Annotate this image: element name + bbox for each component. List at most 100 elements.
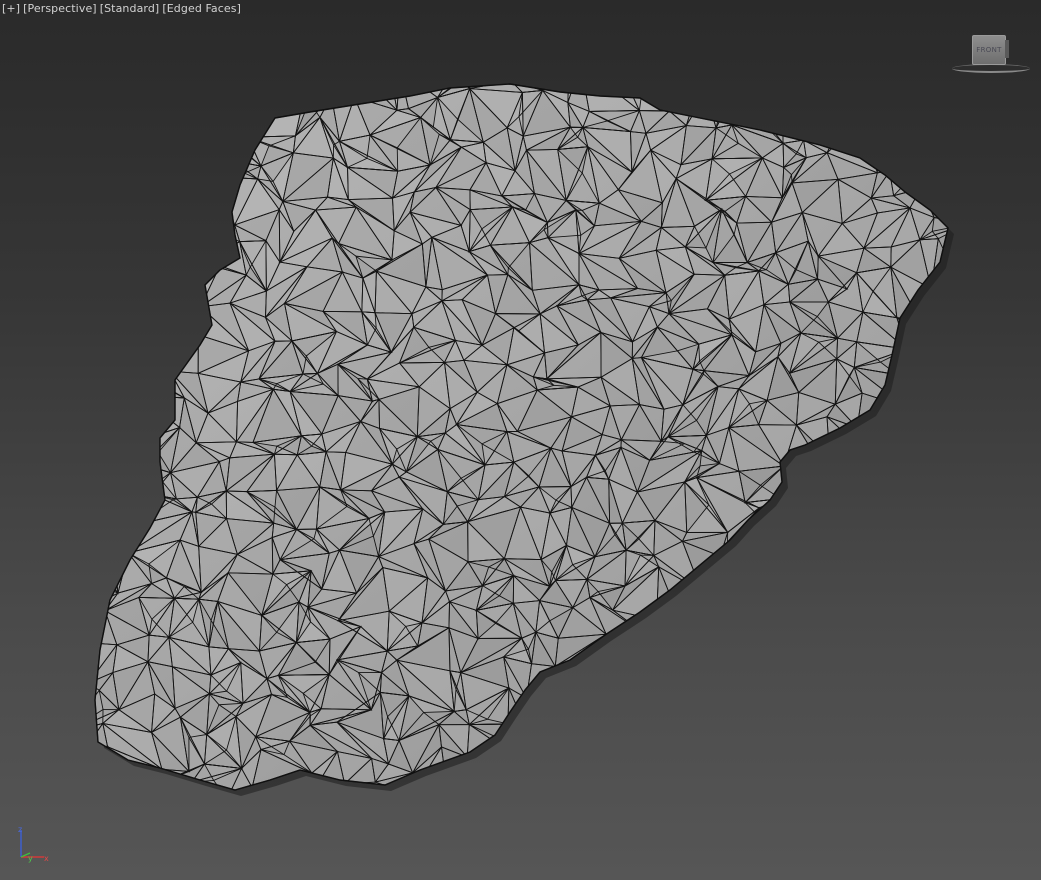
mesh-edge bbox=[725, 579, 754, 616]
viewcube-front-face[interactable]: FRONT bbox=[972, 35, 1006, 65]
mesh-face bbox=[95, 746, 111, 790]
mesh-face bbox=[932, 745, 948, 759]
rock-mesh[interactable] bbox=[0, 0, 1041, 880]
mesh-face bbox=[746, 609, 769, 634]
mesh-face bbox=[649, 747, 682, 790]
mesh-edge bbox=[759, 559, 806, 590]
mesh-face bbox=[213, 139, 234, 162]
mesh-face bbox=[906, 556, 948, 592]
mesh-face bbox=[652, 650, 680, 682]
mesh-face bbox=[866, 539, 905, 590]
mesh-face bbox=[879, 92, 896, 132]
mesh-face bbox=[206, 224, 235, 262]
mesh-face bbox=[112, 427, 142, 448]
mesh-face bbox=[848, 453, 890, 487]
mesh-face bbox=[852, 698, 861, 738]
mesh-edge bbox=[121, 92, 162, 116]
mesh-edge bbox=[866, 538, 906, 591]
mesh-face bbox=[875, 563, 905, 590]
mesh-face bbox=[897, 349, 924, 375]
viewcube-compass-ring[interactable] bbox=[952, 64, 1030, 73]
mesh-edge bbox=[181, 177, 221, 229]
mesh-face bbox=[159, 98, 189, 114]
mesh-edge bbox=[831, 453, 868, 494]
perspective-viewport[interactable]: [+] [Perspective] [Standard] [Edged Faces] … bbox=[0, 0, 1041, 880]
mesh-edge bbox=[583, 719, 634, 752]
viewport-general-menu[interactable]: [+] bbox=[2, 2, 20, 15]
mesh-edge bbox=[127, 506, 138, 554]
viewport-display-menu[interactable]: [Edged Faces] bbox=[162, 2, 241, 15]
mesh-edge bbox=[839, 521, 867, 556]
mesh-face bbox=[855, 737, 903, 752]
mesh-edge bbox=[927, 641, 948, 679]
mesh-edge bbox=[927, 671, 948, 686]
mesh-face bbox=[95, 723, 108, 758]
mesh-face bbox=[918, 99, 946, 112]
mesh-face bbox=[901, 697, 922, 740]
mesh-edge bbox=[660, 667, 681, 694]
mesh-edge bbox=[268, 84, 305, 94]
mesh-face bbox=[796, 662, 853, 714]
mesh-edge bbox=[95, 363, 99, 408]
mesh-face bbox=[901, 739, 933, 759]
mesh-face bbox=[96, 447, 153, 495]
mesh-edge bbox=[95, 484, 98, 516]
mesh-edge bbox=[792, 545, 842, 568]
mesh-edge bbox=[556, 741, 592, 769]
mesh-edge bbox=[903, 580, 932, 601]
mesh-face bbox=[792, 509, 841, 556]
mesh-edge bbox=[889, 84, 919, 113]
mesh-face bbox=[121, 211, 149, 251]
mesh-edge bbox=[715, 762, 756, 772]
mesh-edge bbox=[795, 604, 838, 649]
viewcube-icon[interactable]: FRONT bbox=[950, 30, 1032, 74]
mesh-edge bbox=[652, 610, 678, 651]
axis-x-label: x bbox=[44, 854, 49, 863]
mesh-face bbox=[782, 92, 816, 141]
mesh-edge bbox=[628, 745, 656, 790]
mesh-edge bbox=[911, 748, 948, 790]
mesh-edge bbox=[759, 509, 811, 560]
mesh-face bbox=[840, 539, 876, 589]
mesh-face bbox=[855, 697, 902, 738]
viewport-shading-menu[interactable]: [Standard] bbox=[100, 2, 160, 15]
mesh-face bbox=[95, 250, 122, 284]
mesh-edge bbox=[95, 572, 119, 594]
mesh-face bbox=[114, 506, 129, 560]
mesh-edge bbox=[550, 685, 585, 744]
mesh-edge bbox=[917, 580, 948, 601]
mesh-face bbox=[95, 447, 117, 486]
mesh-face bbox=[890, 61, 917, 81]
mesh-face bbox=[95, 239, 122, 276]
mesh-face bbox=[930, 599, 948, 638]
viewport-view-menu[interactable]: [Perspective] bbox=[23, 2, 97, 15]
mesh-face bbox=[933, 637, 948, 673]
mesh-edge bbox=[727, 614, 754, 651]
mesh-face bbox=[95, 405, 110, 421]
mesh-edge bbox=[131, 103, 190, 144]
mesh-edge bbox=[632, 719, 651, 760]
mesh-face bbox=[866, 523, 895, 559]
mesh-edge bbox=[866, 538, 905, 591]
mesh-face bbox=[95, 746, 108, 790]
viewcube-side-face[interactable] bbox=[1005, 40, 1009, 58]
mesh-edge bbox=[810, 84, 845, 101]
mesh-face bbox=[866, 539, 905, 590]
mesh-face bbox=[642, 619, 657, 651]
mesh-face bbox=[904, 567, 919, 590]
mesh-face bbox=[571, 686, 597, 712]
mesh-edge bbox=[746, 624, 781, 634]
mesh-face bbox=[841, 486, 867, 524]
mesh-face bbox=[840, 523, 867, 556]
mesh-face bbox=[159, 84, 189, 104]
mesh-face bbox=[727, 633, 747, 667]
mesh-face bbox=[128, 506, 137, 553]
mesh-edge bbox=[661, 84, 687, 113]
mesh-face bbox=[571, 679, 597, 698]
mesh-edge bbox=[794, 585, 852, 611]
mesh-face bbox=[920, 149, 948, 192]
mesh-face bbox=[889, 457, 921, 493]
mesh-face bbox=[580, 84, 640, 112]
mesh-edge bbox=[878, 92, 897, 134]
mesh-face bbox=[794, 769, 825, 782]
